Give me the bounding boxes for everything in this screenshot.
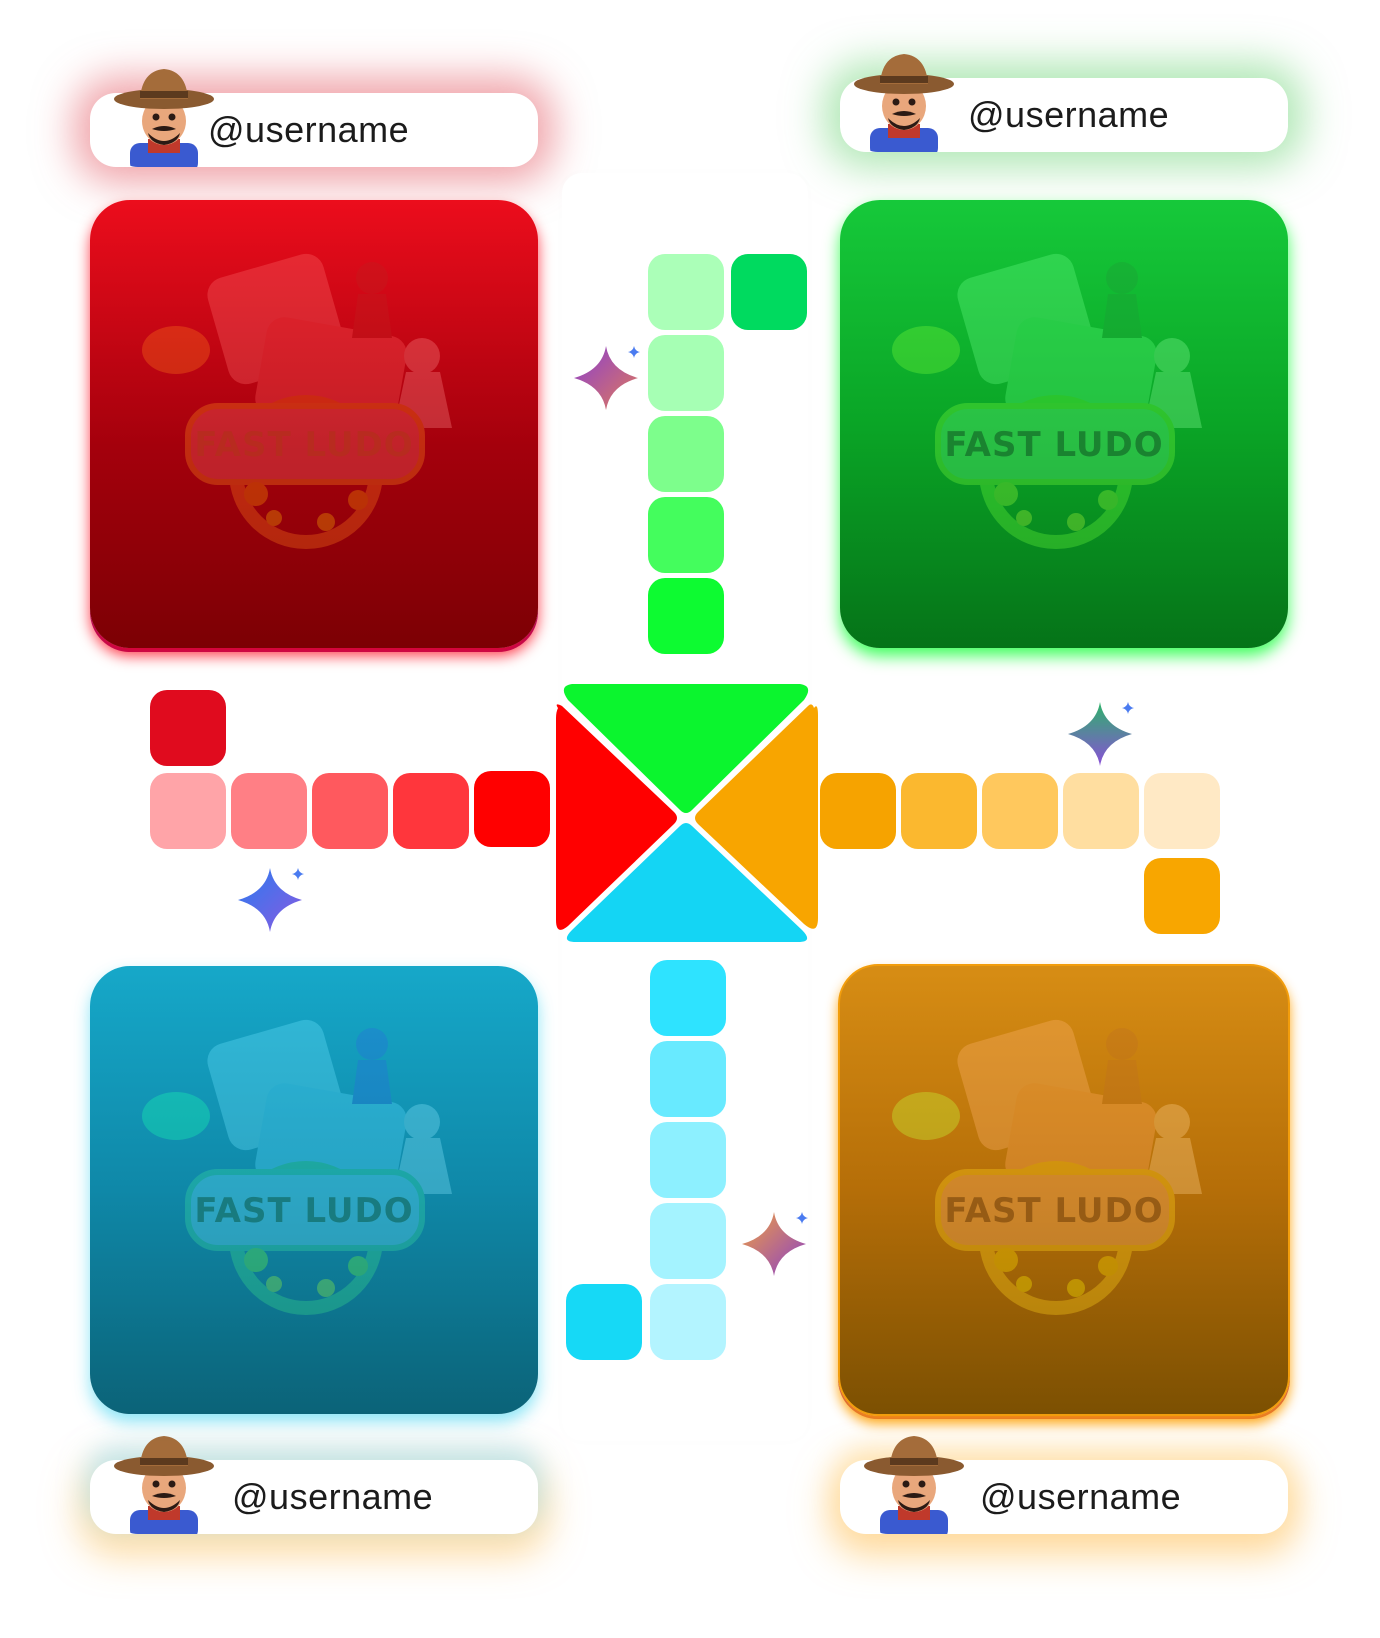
sparkle-icon (574, 346, 640, 410)
player-base-yellow[interactable]: FAST LUDO (838, 964, 1290, 1416)
sparkle-icon (238, 868, 304, 932)
track-cell-red-5[interactable] (474, 771, 550, 847)
track-cell-green-2[interactable] (648, 335, 724, 411)
track-cell-green-start[interactable] (731, 254, 807, 330)
track-cell-green-5[interactable] (648, 578, 724, 654)
track-cell-yellow-3[interactable] (982, 773, 1058, 849)
track-cell-red-start[interactable] (150, 690, 226, 766)
logo-text: FAST LUDO (944, 425, 1163, 465)
home-center (556, 684, 818, 942)
player-tag-yellow[interactable]: @username (840, 1436, 1288, 1534)
track-cell-yellow-5[interactable] (820, 773, 896, 849)
player-tag-red[interactable]: @username (90, 69, 538, 167)
track-cell-blue-3[interactable] (650, 1122, 726, 1198)
track-cell-green-4[interactable] (648, 497, 724, 573)
fast-ludo-logo: FAST LUDO (142, 1019, 452, 1315)
fast-ludo-logo: FAST LUDO (892, 1019, 1202, 1315)
logo-text: FAST LUDO (944, 1191, 1163, 1231)
player-username-green: @username (968, 94, 1170, 135)
player-username-red: @username (208, 109, 410, 150)
farmer-avatar-icon (112, 1430, 216, 1534)
farmer-avatar-icon (852, 48, 956, 152)
player-tag-green[interactable]: @username (840, 54, 1288, 152)
track-cell-yellow-2[interactable] (1063, 773, 1139, 849)
track-cell-blue-2[interactable] (650, 1203, 726, 1279)
farmer-avatar-icon (112, 63, 216, 167)
sparkle-icon (742, 1212, 808, 1276)
track-cell-red-2[interactable] (231, 773, 307, 849)
player-tag-blue[interactable]: @username (90, 1436, 538, 1534)
fast-ludo-logo: FAST LUDO (142, 253, 452, 549)
player-base-green[interactable]: FAST LUDO (840, 200, 1288, 648)
track-cell-yellow-4[interactable] (901, 773, 977, 849)
player-base-blue[interactable]: FAST LUDO (90, 966, 538, 1414)
track-cell-blue-1[interactable] (650, 1284, 726, 1360)
farmer-avatar-icon (862, 1430, 966, 1534)
track-cell-red-4[interactable] (393, 773, 469, 849)
track-cell-blue-4[interactable] (650, 1041, 726, 1117)
track-cell-green-3[interactable] (648, 416, 724, 492)
track-cell-red-1[interactable] (150, 773, 226, 849)
track-cell-yellow-1[interactable] (1144, 773, 1220, 849)
track-cell-green-1[interactable] (648, 254, 724, 330)
track-cell-red-3[interactable] (312, 773, 388, 849)
player-username-yellow: @username (980, 1476, 1182, 1517)
logo-text: FAST LUDO (194, 1191, 413, 1231)
player-username-blue: @username (232, 1476, 434, 1517)
fast-ludo-logo: FAST LUDO (892, 253, 1202, 549)
logo-text: FAST LUDO (194, 425, 413, 465)
track-cell-blue-5[interactable] (650, 960, 726, 1036)
track-cell-blue-start[interactable] (566, 1284, 642, 1360)
sparkle-icon (1068, 702, 1134, 766)
track-cell-yellow-start[interactable] (1144, 858, 1220, 934)
player-base-red[interactable]: FAST LUDO (90, 200, 538, 648)
